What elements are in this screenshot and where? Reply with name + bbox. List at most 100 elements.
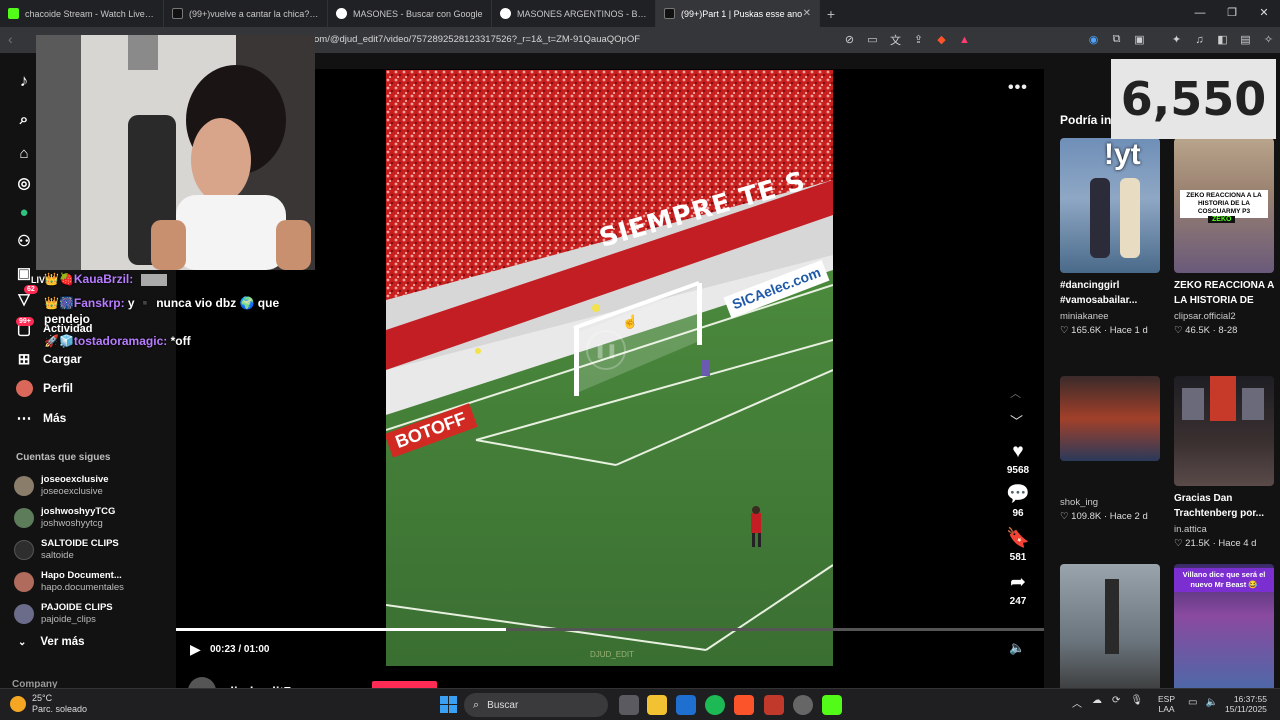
thumbnail-poster bbox=[1210, 376, 1236, 421]
bing-icon[interactable] bbox=[676, 695, 696, 715]
stream-counter: 6,550 bbox=[1111, 59, 1276, 139]
heart-icon: ♥ bbox=[1012, 441, 1024, 462]
recommended-card[interactable]: Gracias Dan Trachtenberg por... in.attic… bbox=[1174, 376, 1274, 549]
share-button[interactable]: ➦ 247 bbox=[1001, 572, 1035, 607]
wallet-icon[interactable]: ▤ bbox=[1238, 32, 1253, 47]
new-tab-button[interactable]: + bbox=[820, 6, 842, 22]
extensions-icon[interactable]: ✦ bbox=[1169, 32, 1184, 47]
minimize-icon[interactable]: — bbox=[1184, 0, 1216, 27]
tab-kick[interactable]: chacoide Stream - Watch Live on bbox=[0, 0, 164, 27]
recommended-card[interactable]: ZEKO REACCIONA A LA HISTORIA DE LA COSCU… bbox=[1174, 138, 1274, 336]
music-icon[interactable]: ♫ bbox=[1192, 32, 1207, 47]
card-title: ZEKO REACCIONA A LA HISTORIA DE LA... bbox=[1174, 280, 1274, 306]
account-item[interactable]: SALTOIDE CLIPS saltoide bbox=[14, 538, 119, 562]
quick-settings[interactable]: ▭ 🔈 bbox=[1188, 697, 1218, 708]
url-field[interactable]: om/@djud_edit7/video/7572892528123317526… bbox=[314, 34, 640, 45]
tab-tiktok-active[interactable]: (99+)Part 1 | Puskas esse ano ✕ bbox=[656, 0, 820, 27]
language-indicator[interactable]: ESP LAA bbox=[1158, 694, 1175, 714]
card-stats: ♡ 46.5K · 8-28 bbox=[1174, 325, 1238, 336]
sun-icon bbox=[10, 696, 26, 712]
next-video-icon[interactable]: ﹀ bbox=[1010, 411, 1023, 430]
recommended-card[interactable]: shok_ing ♡ 109.8K · Hace 2 d bbox=[1060, 376, 1160, 522]
card-stats: ♡ 109.8K · Hace 2 d bbox=[1060, 511, 1148, 522]
account-username: hapo.documentales bbox=[41, 582, 124, 593]
company-link[interactable]: Company bbox=[12, 679, 58, 688]
chevron-down-icon: ⌄ bbox=[18, 637, 27, 648]
app-icon[interactable] bbox=[764, 695, 784, 715]
taskbar-clock[interactable]: 16:37:55 15/11/2025 bbox=[1225, 694, 1267, 714]
save-page-icon[interactable]: ▣ bbox=[1132, 32, 1147, 47]
cast-icon[interactable]: ▭ bbox=[865, 32, 880, 47]
restore-icon[interactable]: ❐ bbox=[1216, 0, 1248, 27]
system-tray: ︿ ☁ ⟳ 🎙 bbox=[1072, 695, 1143, 710]
progress-bar[interactable] bbox=[176, 628, 1044, 631]
thumbnail-caption: !yt bbox=[1104, 138, 1141, 171]
avatar bbox=[14, 508, 34, 528]
spotify-icon[interactable] bbox=[705, 695, 725, 715]
task-view-icon[interactable] bbox=[619, 695, 639, 715]
recommended-card[interactable]: Villano dice que será el nuevo Mr Beast … bbox=[1174, 564, 1274, 688]
chat-message: 🚀🧊tostadoramagic: *off bbox=[44, 334, 191, 348]
close-window-icon[interactable]: ✕ bbox=[1248, 0, 1280, 27]
tab-title: chacoide Stream - Watch Live on bbox=[25, 8, 155, 19]
tab-title: (99+)vuelve a cantar la chica? Jajajaj bbox=[189, 8, 319, 19]
follow-button[interactable] bbox=[372, 681, 437, 688]
speaker-icon[interactable]: ◉ bbox=[1086, 32, 1101, 47]
brave-shield-icon[interactable]: ◆ bbox=[934, 32, 949, 47]
previous-video-icon[interactable]: ︿ bbox=[1010, 385, 1021, 401]
video-player[interactable]: SIEMPRE TE S SICAelec.com BOTOFF ❚❚ ☝ bbox=[386, 70, 833, 666]
account-username: saltoide bbox=[41, 550, 74, 561]
account-display-name: PAJOIDE CLIPS bbox=[41, 602, 113, 613]
account-item[interactable]: joseoexclusive joseoexclusive bbox=[14, 474, 109, 498]
tab-google-2[interactable]: MASONES ARGENTINOS - Buscar con bbox=[492, 0, 656, 27]
tab-tiktok-1[interactable]: (99+)vuelve a cantar la chica? Jajajaj bbox=[164, 0, 328, 27]
back-arrow-icon[interactable]: ‹ bbox=[8, 31, 13, 47]
volume-tray-icon: 🔈 bbox=[1205, 697, 1218, 708]
comment-button[interactable]: 💬 96 bbox=[1001, 484, 1035, 519]
card-thumbnail bbox=[1060, 564, 1160, 688]
like-button[interactable]: ♥ 9568 bbox=[1001, 441, 1035, 476]
more-options-icon[interactable]: ••• bbox=[1008, 79, 1028, 97]
leo-ai-icon[interactable]: ✧ bbox=[1261, 32, 1276, 47]
weather-widget[interactable]: 25°C Parc. soleado bbox=[10, 693, 87, 715]
file-explorer-icon[interactable] bbox=[647, 695, 667, 715]
nav-messages[interactable]: ▽ 62 bbox=[14, 285, 43, 309]
translate-icon[interactable]: 文 bbox=[888, 32, 903, 47]
chat-message: 👑🍓KauaBrzil: bbox=[44, 272, 167, 286]
comment-count: 96 bbox=[1012, 508, 1024, 519]
obs-icon[interactable] bbox=[793, 695, 813, 715]
reader-mode-icon[interactable]: ⊘ bbox=[842, 32, 857, 47]
save-button[interactable]: 🔖 581 bbox=[1001, 528, 1035, 563]
author-row[interactable]: djud_edit7 bbox=[188, 677, 291, 688]
chat-emote-icon bbox=[140, 273, 167, 286]
recommended-card[interactable] bbox=[1060, 564, 1160, 688]
volume-icon[interactable]: 🔈 bbox=[1009, 640, 1025, 656]
account-item[interactable]: PAJOIDE CLIPS pajoide_clips bbox=[14, 602, 113, 626]
account-item[interactable]: Hapo Document... hapo.documentales bbox=[14, 570, 124, 594]
microphone-icon[interactable]: 🎙 bbox=[1130, 695, 1143, 710]
card-stats: ♡ 21.5K · Hace 4 d bbox=[1174, 538, 1257, 549]
taskbar-search[interactable]: ⌕ Buscar bbox=[464, 693, 608, 717]
recommended-card[interactable]: !yt #dancinggirl #vamosabailar... miniak… bbox=[1060, 138, 1160, 336]
cloud-icon[interactable]: ☁ bbox=[1092, 695, 1102, 710]
sync-icon[interactable]: ⟳ bbox=[1112, 695, 1120, 710]
nav-upload[interactable]: ⊞ Cargar bbox=[14, 349, 82, 369]
brave-browser-icon[interactable] bbox=[734, 695, 754, 715]
kick-icon[interactable] bbox=[822, 695, 842, 715]
mirror-icon[interactable]: ⧉ bbox=[1109, 32, 1124, 47]
account-item[interactable]: joshwoshyyTCG joshwoshyytcg bbox=[14, 506, 115, 530]
see-more-link[interactable]: ⌄ Ver más bbox=[18, 636, 85, 648]
chat-username: 👑🎆Fanskrp: bbox=[44, 296, 125, 310]
chevron-up-icon[interactable]: ︿ bbox=[1072, 695, 1082, 710]
share-icon[interactable]: ⇪ bbox=[911, 32, 926, 47]
video-time: 00:23 / 01:00 bbox=[210, 644, 270, 655]
close-tab-icon[interactable]: ✕ bbox=[803, 8, 811, 19]
nav-profile[interactable]: Perfil bbox=[14, 378, 73, 398]
play-icon[interactable]: ▶ bbox=[190, 641, 201, 658]
upload-icon: ⊞ bbox=[17, 351, 31, 368]
nav-more[interactable]: ⋯ Más bbox=[14, 408, 67, 428]
brave-rewards-icon[interactable]: ▲ bbox=[957, 32, 972, 47]
sidebar-toggle-icon[interactable]: ◧ bbox=[1215, 32, 1230, 47]
tab-google-1[interactable]: MASONES - Buscar con Google bbox=[328, 0, 492, 27]
windows-start-icon[interactable] bbox=[440, 696, 457, 713]
